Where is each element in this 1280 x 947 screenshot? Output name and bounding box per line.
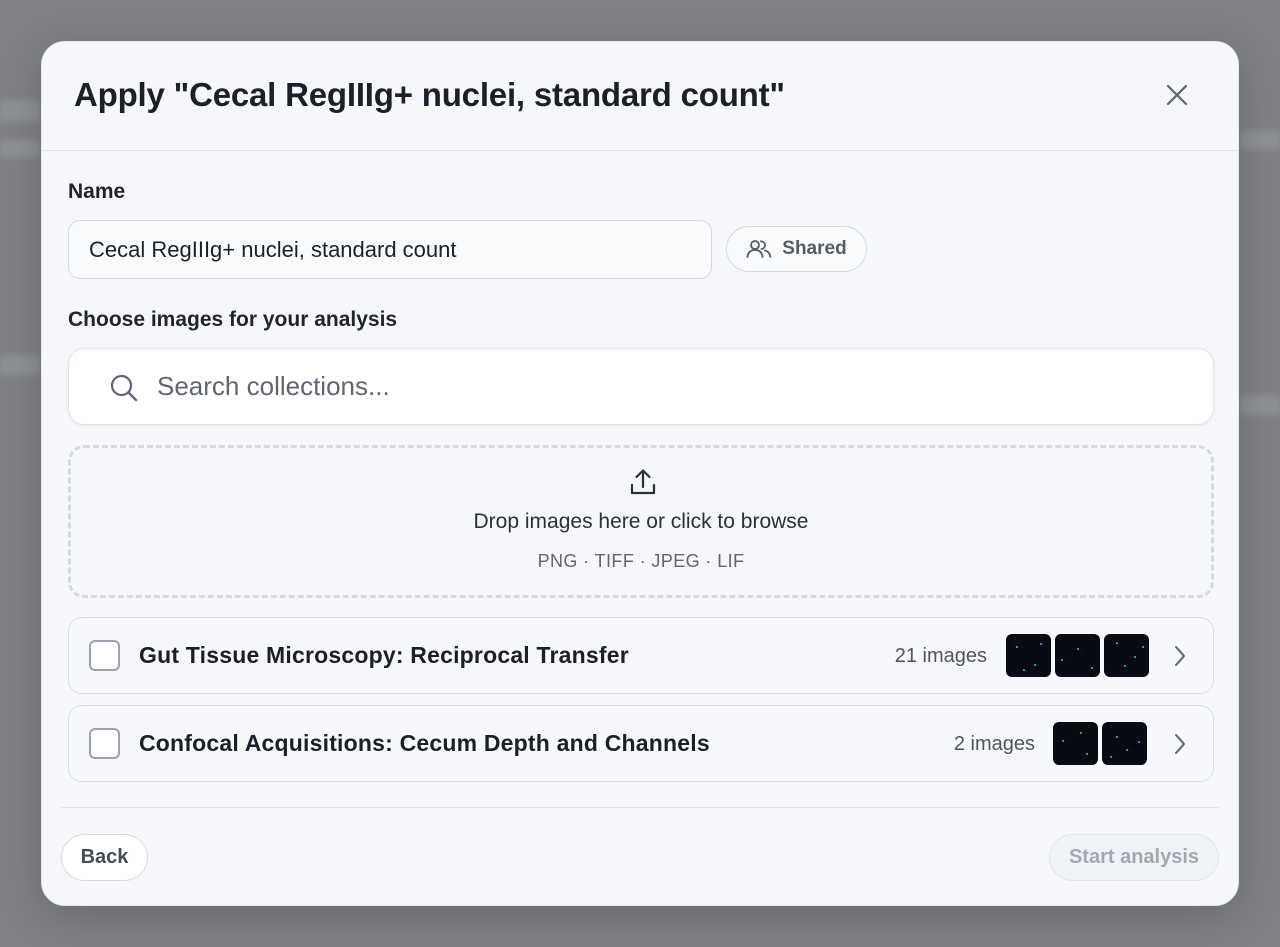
collection-checkbox[interactable] — [89, 640, 120, 671]
collection-title: Gut Tissue Microscopy: Reciprocal Transf… — [139, 642, 629, 668]
collection-row[interactable]: Gut Tissue Microscopy: Reciprocal Transf… — [68, 617, 1214, 694]
collection-image-count: 2 images — [953, 733, 1035, 755]
users-icon — [746, 240, 772, 258]
dropzone-formats: PNG · TIFF · JPEG · LIF — [537, 551, 745, 571]
background-text-blur — [0, 355, 40, 375]
image-thumbnail — [1053, 722, 1098, 765]
image-thumbnail — [1055, 634, 1100, 677]
dropzone-text: Drop images here or click to browse — [473, 510, 809, 533]
collection-row[interactable]: Confocal Acquisitions: Cecum Depth and C… — [68, 705, 1214, 782]
background-text-blur — [0, 140, 40, 158]
name-input[interactable] — [68, 220, 712, 279]
shared-button[interactable]: Shared — [726, 226, 867, 272]
search-icon — [110, 374, 138, 402]
collection-title: Confocal Acquisitions: Cecum Depth and C… — [139, 730, 710, 756]
collection-search — [68, 348, 1214, 425]
image-thumbnail — [1006, 634, 1051, 677]
image-thumbnail — [1104, 634, 1149, 677]
collection-checkbox[interactable] — [89, 728, 120, 759]
image-dropzone[interactable]: Drop images here or click to browse PNG … — [68, 445, 1214, 598]
close-button[interactable] — [1162, 80, 1192, 110]
start-analysis-button[interactable]: Start analysis — [1049, 834, 1219, 881]
search-input[interactable] — [157, 349, 1197, 424]
dialog-header: Apply "Cecal RegIIIg+ nuclei, standard c… — [42, 42, 1238, 151]
images-section-label: Choose images for your analysis — [68, 308, 398, 331]
shared-button-label: Shared — [782, 238, 847, 259]
background-text-blur — [1240, 130, 1280, 150]
collection-thumbnails — [1006, 634, 1149, 677]
back-button[interactable]: Back — [61, 834, 148, 881]
collection-thumbnails — [1053, 722, 1147, 765]
background-text-blur — [1240, 395, 1280, 415]
footer-divider — [61, 807, 1219, 808]
chevron-right-icon[interactable] — [1173, 644, 1187, 668]
name-label: Name — [68, 180, 126, 203]
apply-analysis-dialog: Apply "Cecal RegIIIg+ nuclei, standard c… — [41, 41, 1239, 906]
upload-icon — [630, 469, 656, 495]
background-text-blur — [0, 100, 40, 122]
image-thumbnail — [1102, 722, 1147, 765]
close-icon — [1166, 84, 1188, 106]
collection-image-count: 21 images — [894, 645, 987, 667]
dialog-title: Apply "Cecal RegIIIg+ nuclei, standard c… — [74, 76, 785, 113]
chevron-right-icon[interactable] — [1173, 732, 1187, 756]
